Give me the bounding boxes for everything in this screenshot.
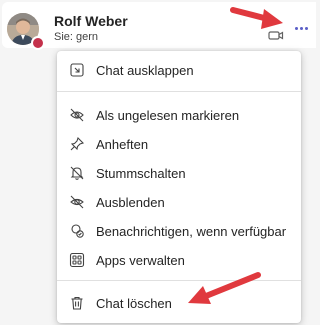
more-dot bbox=[299, 26, 303, 30]
menu-item-label: Als ungelesen markieren bbox=[96, 107, 240, 123]
menu-item-notify-when-available[interactable]: Benachrichtigen, wenn verfügbar bbox=[57, 217, 301, 245]
menu-item-label: Ausblenden bbox=[96, 194, 165, 210]
pin-icon bbox=[69, 136, 85, 152]
menu-item-label: Stummschalten bbox=[96, 165, 186, 181]
menu-item-manage-apps[interactable]: Apps verwalten bbox=[57, 246, 301, 274]
hide-eye-icon bbox=[69, 194, 85, 210]
chat-list-item[interactable]: Rolf Weber Sie: gern bbox=[2, 2, 316, 50]
chat-context-menu: Chat ausklappen Als ungelesen markieren … bbox=[57, 51, 301, 323]
mute-bell-icon bbox=[69, 165, 85, 181]
video-icon bbox=[268, 28, 284, 40]
menu-item-expand-chat[interactable]: Chat ausklappen bbox=[57, 56, 301, 84]
expand-icon bbox=[69, 62, 85, 78]
menu-divider bbox=[57, 91, 301, 92]
more-dot bbox=[294, 26, 298, 30]
trash-icon bbox=[69, 295, 85, 311]
menu-item-label: Benachrichtigen, wenn verfügbar bbox=[96, 223, 287, 239]
menu-item-pin[interactable]: Anheften bbox=[57, 130, 301, 158]
chat-name: Rolf Weber bbox=[54, 13, 128, 29]
menu-item-label: Anheften bbox=[96, 136, 149, 152]
menu-item-label: Chat löschen bbox=[96, 295, 172, 311]
menu-item-hide[interactable]: Ausblenden bbox=[57, 188, 301, 216]
chat-last-message: Sie: gern bbox=[54, 31, 99, 43]
menu-item-label: Chat ausklappen bbox=[96, 62, 194, 78]
menu-item-mute[interactable]: Stummschalten bbox=[57, 159, 301, 187]
menu-divider bbox=[57, 280, 301, 281]
menu-item-mark-unread[interactable]: Als ungelesen markieren bbox=[57, 101, 301, 129]
presence-busy-indicator bbox=[31, 36, 45, 50]
notify-available-icon bbox=[69, 223, 85, 239]
unread-icon bbox=[69, 107, 85, 123]
more-dot bbox=[304, 26, 308, 30]
apps-grid-icon bbox=[69, 252, 85, 268]
menu-item-delete-chat[interactable]: Chat löschen bbox=[57, 289, 301, 317]
more-options-button[interactable] bbox=[289, 20, 313, 36]
menu-item-label: Apps verwalten bbox=[96, 252, 185, 268]
